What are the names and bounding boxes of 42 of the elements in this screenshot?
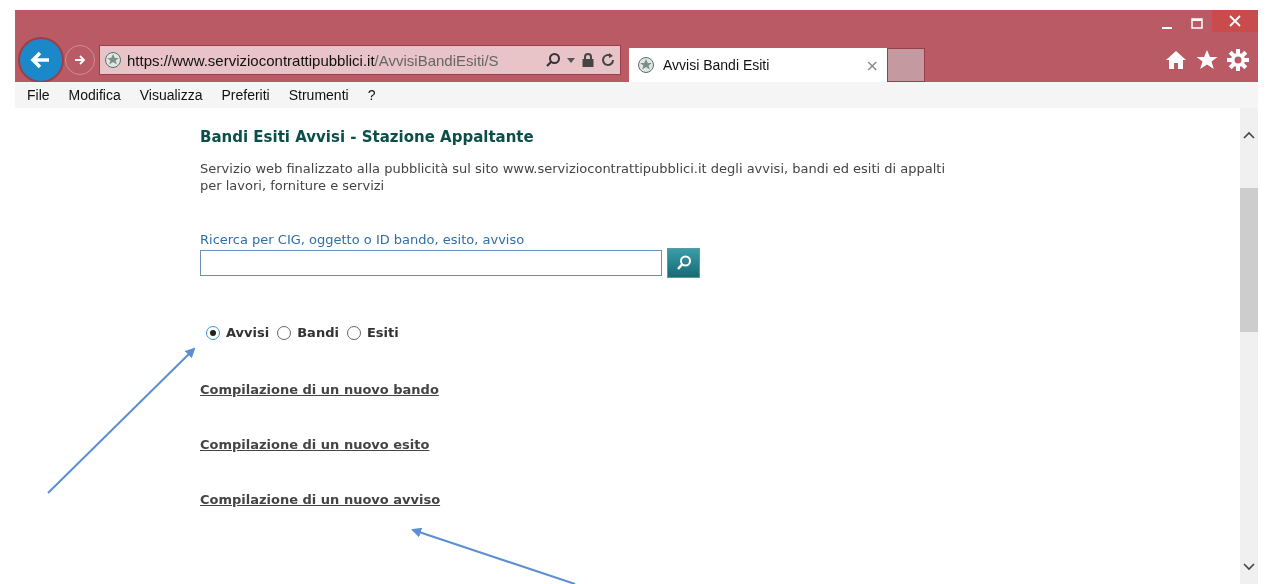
- new-tab-button[interactable]: [887, 48, 925, 82]
- home-icon[interactable]: [1165, 50, 1187, 70]
- menu-item[interactable]: ?: [367, 87, 376, 103]
- scroll-up-icon[interactable]: [1243, 130, 1255, 140]
- search-icon[interactable]: [545, 52, 561, 68]
- page-link[interactable]: Compilazione di un nuovo avviso: [200, 492, 441, 507]
- page-link[interactable]: Compilazione di un nuovo bando: [200, 382, 439, 397]
- radio-label[interactable]: Bandi: [297, 325, 339, 340]
- refresh-icon[interactable]: [600, 52, 616, 68]
- description: Servizio web finalizzato alla pubblicità sul sito www.serviziocontrattipubblici.it degli avvisi, bandi ed esiti di appalti per lavori, forniture e servizi: [200, 160, 947, 194]
- minimize-icon: [1162, 27, 1172, 29]
- menu-item[interactable]: Preferiti: [221, 87, 270, 103]
- radio-button[interactable]: [346, 325, 361, 340]
- tab-close-button[interactable]: ×: [865, 55, 879, 75]
- radio-button[interactable]: [206, 325, 220, 340]
- page-link[interactable]: Compilazione di un nuovo esito: [200, 437, 430, 452]
- menu-item[interactable]: Visualizza: [139, 87, 203, 103]
- menu-item[interactable]: Modifica: [68, 87, 121, 103]
- address-bar[interactable]: https://www.serviziocontrattipubblici.it/AvvisiBandiEsiti/S: [99, 45, 621, 75]
- page-title: Bandi Esiti Avvisi - Stazione Appaltante: [200, 128, 535, 146]
- lock-icon: [581, 52, 595, 68]
- right-arrow-icon: [73, 53, 87, 67]
- search-field[interactable]: [200, 250, 662, 276]
- scroll-down-icon[interactable]: [1243, 562, 1255, 572]
- radio-label[interactable]: Esiti: [366, 325, 399, 340]
- emblem-icon: [104, 51, 122, 69]
- star-icon[interactable]: [1196, 50, 1218, 70]
- search-icon: [674, 254, 693, 272]
- maximize-icon: [1191, 18, 1203, 30]
- scrollbar-thumb[interactable]: [1240, 188, 1258, 332]
- close-button[interactable]: [1212, 10, 1258, 32]
- radio-button[interactable]: [277, 325, 292, 340]
- search-label: Ricerca per CIG, oggetto o ID bando, esito, avviso: [200, 232, 526, 247]
- search-button[interactable]: [667, 248, 700, 278]
- radio-label[interactable]: Avvisi: [226, 325, 270, 340]
- menu-item[interactable]: Strumenti: [288, 87, 349, 103]
- browser-tab[interactable]: Avvisi Bandi Esiti ×: [629, 48, 887, 82]
- settings-icon[interactable]: [1227, 49, 1249, 71]
- back-button[interactable]: [18, 37, 64, 83]
- menu-item[interactable]: File: [27, 87, 50, 103]
- close-icon: [1229, 15, 1241, 27]
- emblem-icon: [637, 56, 655, 74]
